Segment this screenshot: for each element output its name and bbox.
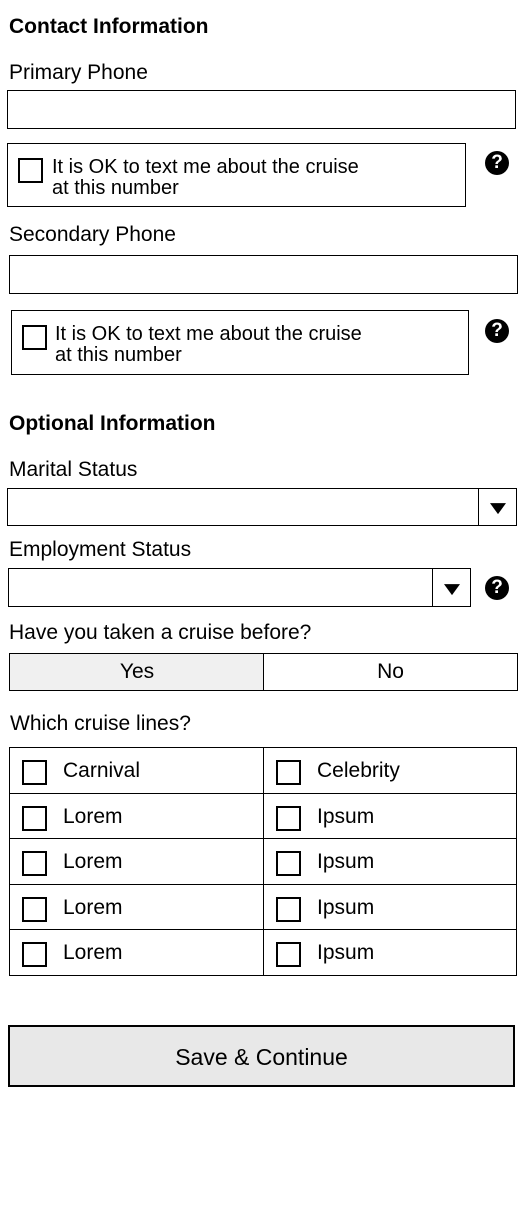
cruise-line-option[interactable]: Ipsum: [264, 930, 516, 975]
chevron-down-icon: [443, 583, 460, 595]
cruise-line-option[interactable]: Celebrity: [264, 748, 516, 794]
cruise-line-checkbox[interactable]: [276, 897, 301, 922]
cruise-line-label: Lorem: [63, 805, 123, 828]
employment-status-help-icon[interactable]: ?: [485, 576, 509, 600]
cruise-line-checkbox[interactable]: [22, 942, 47, 967]
cruise-lines-grid: Carnival Celebrity Lorem Ipsum Lorem Ips…: [9, 747, 517, 976]
cruise-line-label: Celebrity: [317, 759, 400, 782]
cruise-line-checkbox[interactable]: [276, 806, 301, 831]
cruise-line-label: Lorem: [63, 896, 123, 919]
secondary-phone-input[interactable]: [9, 255, 518, 294]
cruise-line-checkbox[interactable]: [276, 942, 301, 967]
marital-status-select[interactable]: [7, 488, 517, 526]
cruise-line-label: Ipsum: [317, 941, 375, 964]
primary-sms-help-icon[interactable]: ?: [485, 151, 509, 175]
cruise-lines-label: Which cruise lines?: [10, 712, 191, 735]
cruise-line-checkbox[interactable]: [22, 851, 47, 876]
secondary-sms-label-line1: It is OK to text me about the cruise: [55, 323, 362, 345]
primary-phone-sms-consent[interactable]: It is OK to text me about the cruise at …: [7, 143, 466, 207]
employment-status-select[interactable]: [8, 568, 471, 607]
primary-phone-input[interactable]: [7, 90, 516, 129]
cruise-line-label: Ipsum: [317, 850, 375, 873]
chevron-down-icon: [489, 503, 506, 515]
cruise-line-label: Ipsum: [317, 896, 375, 919]
cruised-before-no-button[interactable]: No: [263, 653, 518, 691]
secondary-sms-label-line2: at this number: [55, 344, 182, 366]
primary-sms-label-line1: It is OK to text me about the cruise: [52, 156, 359, 178]
cruise-line-label: Lorem: [63, 941, 123, 964]
primary-sms-label-line2: at this number: [52, 177, 179, 199]
cruise-line-label: Lorem: [63, 850, 123, 873]
secondary-phone-sms-consent[interactable]: It is OK to text me about the cruise at …: [11, 310, 469, 375]
cruise-line-checkbox[interactable]: [22, 897, 47, 922]
employment-status-label: Employment Status: [9, 538, 192, 561]
cruised-before-yes-button[interactable]: Yes: [9, 653, 265, 691]
cruise-line-option[interactable]: Lorem: [10, 794, 264, 839]
cruise-line-option[interactable]: Ipsum: [264, 885, 516, 930]
employment-status-dropdown-button[interactable]: [432, 569, 470, 606]
cruise-line-checkbox[interactable]: [276, 851, 301, 876]
primary-phone-label: Primary Phone: [9, 61, 148, 84]
cruise-line-option[interactable]: Lorem: [10, 930, 264, 975]
cruise-line-checkbox[interactable]: [22, 760, 47, 785]
save-continue-button[interactable]: Save & Continue: [8, 1025, 515, 1087]
cruise-line-option[interactable]: Lorem: [10, 885, 264, 930]
cruise-line-label: Carnival: [63, 759, 141, 782]
cruise-line-label: Ipsum: [317, 805, 375, 828]
cruise-line-option[interactable]: Ipsum: [264, 839, 516, 885]
secondary-phone-label: Secondary Phone: [9, 223, 176, 246]
optional-section-heading: Optional Information: [9, 412, 216, 435]
cruised-before-label: Have you taken a cruise before?: [9, 621, 312, 644]
cruise-line-option[interactable]: Lorem: [10, 839, 264, 885]
cruise-line-checkbox[interactable]: [22, 806, 47, 831]
secondary-sms-help-icon[interactable]: ?: [485, 319, 509, 343]
cruise-line-option[interactable]: Carnival: [10, 748, 264, 794]
marital-status-dropdown-button[interactable]: [478, 489, 516, 525]
secondary-sms-checkbox[interactable]: [22, 325, 47, 350]
primary-sms-checkbox[interactable]: [18, 158, 43, 183]
cruise-line-option[interactable]: Ipsum: [264, 794, 516, 839]
cruise-line-checkbox[interactable]: [276, 760, 301, 785]
marital-status-label: Marital Status: [9, 458, 138, 481]
contact-section-heading: Contact Information: [9, 15, 209, 38]
